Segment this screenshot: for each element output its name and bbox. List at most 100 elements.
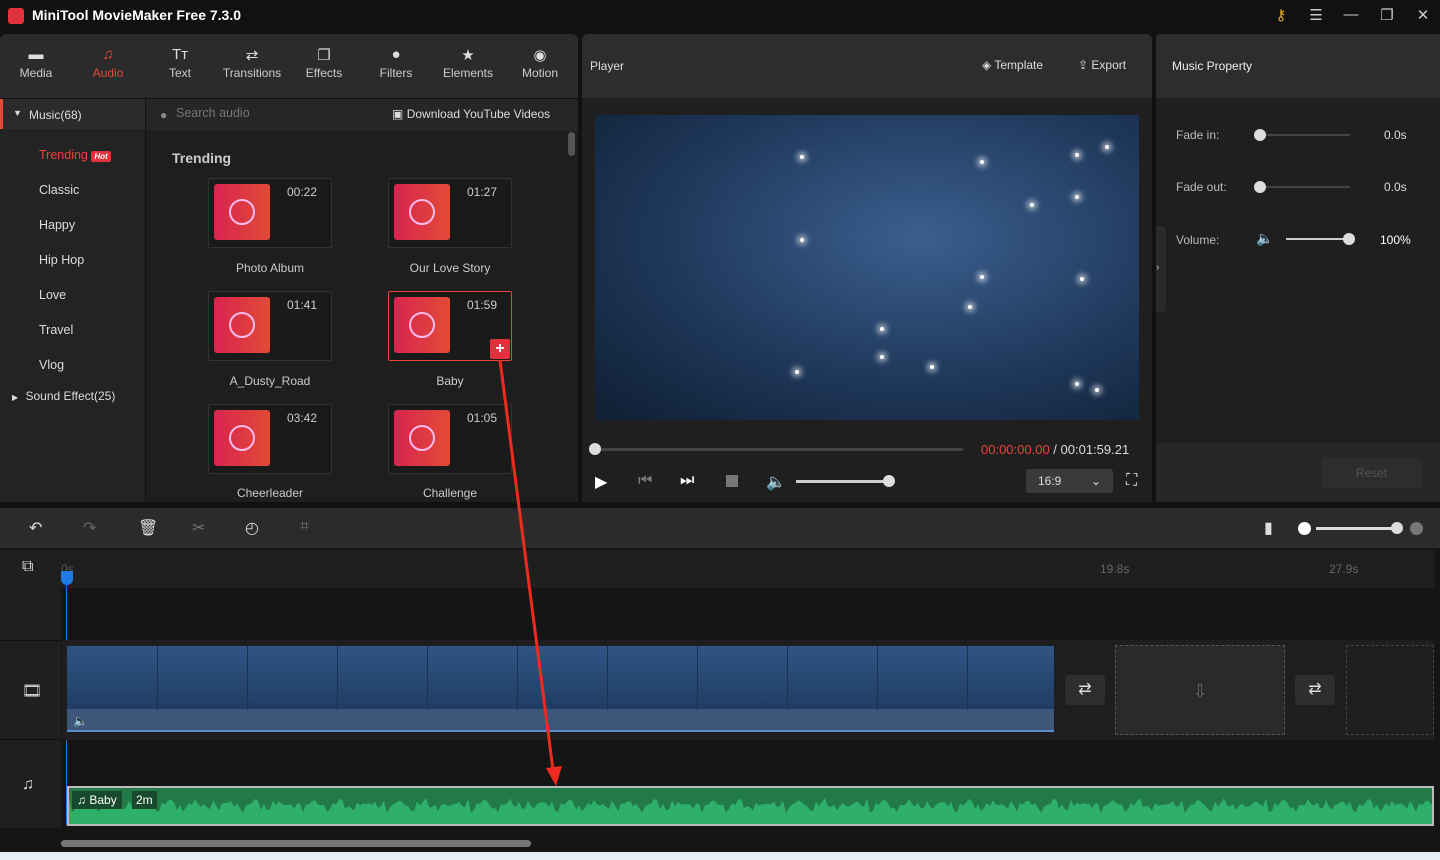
clip-volume-icon[interactable]: 🔈: [73, 714, 88, 728]
search-input[interactable]: [176, 106, 356, 120]
tab-elements[interactable]: ★ Elements: [432, 34, 504, 98]
search-icon: ●: [160, 108, 168, 122]
music-volume-handle[interactable]: [1343, 233, 1355, 245]
transition-button[interactable]: ⇄: [1295, 675, 1335, 705]
music-volume-slider[interactable]: [1286, 238, 1348, 240]
tab-motion[interactable]: ◉ Motion: [504, 34, 576, 98]
water-sparkle: [880, 355, 884, 359]
drop-media-placeholder[interactable]: ⇩: [1115, 645, 1285, 735]
youtube-icon: ▣: [392, 107, 404, 121]
previous-frame-icon[interactable]: ⏮: [638, 472, 652, 490]
property-header: Music Property: [1156, 34, 1440, 98]
fade-out-handle[interactable]: [1254, 181, 1266, 193]
download-box-icon: ⇩: [1192, 681, 1208, 701]
tab-text[interactable]: Tт Text: [144, 34, 216, 98]
audio-card[interactable]: 01:27: [388, 178, 512, 248]
empty-slot[interactable]: [1346, 645, 1434, 735]
category-sidebar: ▼ Music(68) Trending Hot Classic Happy H…: [0, 99, 145, 502]
layers-icon: ◈: [982, 58, 992, 72]
clip-frame-divider: [607, 646, 608, 710]
aspect-ratio-select[interactable]: 16:9 ⌄: [1026, 469, 1113, 493]
timeline-scrollbar[interactable]: [61, 840, 531, 847]
collapse-panel-button[interactable]: ›: [1156, 226, 1166, 312]
export-button[interactable]: ⇪ Export: [1078, 58, 1126, 72]
tab-transitions[interactable]: ⇄ Transitions: [216, 34, 288, 98]
fade-in-slider[interactable]: [1260, 134, 1350, 136]
timeline-toolbar: ↶ ↷ 🗑 ✂ ◴ ⌗ ▮: [0, 508, 1440, 548]
volume-icon[interactable]: 🔈: [766, 472, 786, 492]
volume-handle[interactable]: [883, 475, 895, 487]
audio-card[interactable]: 00:22: [208, 178, 332, 248]
tab-filters[interactable]: ● Filters: [360, 34, 432, 98]
speed-icon[interactable]: ◴: [245, 518, 259, 538]
caret-right-icon: ▶: [12, 393, 19, 402]
play-icon[interactable]: ▶: [595, 472, 607, 492]
undo-icon[interactable]: ↶: [29, 518, 42, 538]
effects-icon: ❐: [317, 47, 331, 64]
time-ruler[interactable]: ⧉ 0s 19.8s 27.9s: [0, 550, 1434, 588]
progress-handle[interactable]: [589, 443, 601, 455]
tab-media[interactable]: ▬ Media: [0, 34, 72, 98]
zoom-in-icon[interactable]: [1410, 522, 1423, 535]
audio-card[interactable]: 01:41: [208, 291, 332, 361]
menu-icon[interactable]: ☰: [1305, 6, 1327, 26]
water-sparkle: [1075, 153, 1079, 157]
fit-timeline-icon[interactable]: ▮: [1264, 518, 1273, 538]
track-headers: 🎞 ♫: [0, 588, 61, 828]
redo-icon[interactable]: ↷: [83, 518, 96, 538]
reset-button[interactable]: Reset: [1322, 458, 1421, 488]
fullscreen-icon[interactable]: ⛶: [1126, 472, 1137, 490]
transition-button[interactable]: ⇄: [1065, 675, 1105, 705]
key-icon[interactable]: ⚷: [1270, 6, 1292, 26]
music-group[interactable]: ▼ Music(68): [0, 99, 145, 129]
taskbar-edge: [0, 852, 1440, 860]
minimize-icon[interactable]: —: [1340, 6, 1362, 26]
app-logo-icon: [8, 8, 24, 24]
music-note-icon: [214, 184, 270, 240]
player-volume-slider[interactable]: [796, 480, 888, 483]
water-sparkle: [1095, 388, 1099, 392]
add-track-icon[interactable]: ⧉: [22, 558, 33, 576]
category-travel[interactable]: Travel: [39, 323, 73, 337]
audio-card-selected[interactable]: 01:59 +: [388, 291, 512, 361]
clip-frame-divider: [427, 646, 428, 710]
template-button[interactable]: ◈ Template: [982, 58, 1043, 72]
timeline-zoom-handle[interactable]: [1391, 522, 1403, 534]
category-vlog[interactable]: Vlog: [39, 358, 64, 372]
crop-icon[interactable]: ⌗: [300, 518, 309, 536]
category-happy[interactable]: Happy: [39, 218, 75, 232]
delete-icon[interactable]: 🗑: [138, 518, 158, 538]
audio-card[interactable]: 01:05: [388, 404, 512, 474]
split-icon[interactable]: ✂: [192, 518, 205, 538]
zoom-out-icon[interactable]: [1298, 522, 1311, 535]
close-icon[interactable]: ✕: [1412, 6, 1434, 26]
audio-card[interactable]: 03:42: [208, 404, 332, 474]
video-preview[interactable]: [595, 115, 1139, 420]
add-to-timeline-button[interactable]: +: [490, 339, 510, 359]
category-classic[interactable]: Classic: [39, 183, 79, 197]
water-sparkle: [800, 155, 804, 159]
water-sparkle: [930, 365, 934, 369]
fade-out-slider[interactable]: [1260, 186, 1350, 188]
library-scrollbar[interactable]: [568, 132, 575, 156]
media-icon: ▬: [28, 46, 44, 63]
category-trending[interactable]: Trending Hot: [39, 148, 111, 162]
tab-audio[interactable]: ♫ Audio: [72, 34, 144, 98]
sound-effect-group[interactable]: ▶ Sound Effect(25): [12, 389, 115, 403]
playback-progress-bar[interactable]: [595, 448, 963, 451]
next-frame-icon[interactable]: ⏭: [680, 472, 694, 490]
category-love[interactable]: Love: [39, 288, 66, 302]
category-hip-hop[interactable]: Hip Hop: [39, 253, 84, 267]
stop-icon[interactable]: [726, 475, 738, 487]
player-title: Player: [590, 59, 625, 73]
tab-effects[interactable]: ❐ Effects: [288, 34, 360, 98]
timeline-zoom-slider[interactable]: [1316, 527, 1396, 530]
video-clip[interactable]: 🔈: [67, 646, 1054, 732]
playhead-handle[interactable]: [61, 571, 73, 585]
download-youtube-button[interactable]: ▣ Download YouTube Videos: [392, 107, 550, 121]
music-note-icon: ♫: [77, 793, 86, 807]
maximize-icon[interactable]: ❐: [1376, 6, 1398, 26]
fade-in-handle[interactable]: [1254, 129, 1266, 141]
audio-clip-label: ♫ Baby: [72, 791, 122, 809]
audio-clip[interactable]: ♫ Baby 2m: [67, 786, 1434, 826]
